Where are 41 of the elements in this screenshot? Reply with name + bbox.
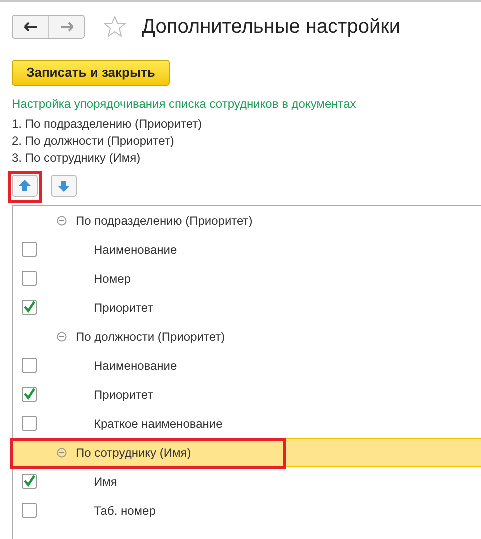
field-label: Таб. номер (94, 502, 156, 520)
checkbox[interactable] (22, 271, 37, 286)
checkmark-icon (23, 301, 36, 314)
group-row[interactable]: По сотруднику (Имя) (13, 438, 481, 467)
group-row[interactable]: По должности (Приоритет) (13, 322, 481, 351)
move-up-button[interactable] (12, 175, 38, 197)
group-label: По подразделению (Приоритет) (76, 212, 253, 230)
section-title: Настройка упорядочивания списка сотрудников в документах (12, 96, 358, 113)
star-icon[interactable] (104, 16, 126, 38)
field-label: Наименование (94, 358, 178, 374)
checkbox[interactable] (22, 503, 37, 518)
group-label: По должности (Приоритет) (76, 328, 226, 346)
window-title: Дополнительные настройки (142, 15, 401, 40)
collapse-icon[interactable] (57, 448, 67, 458)
order-line: 2. По должности (Приоритет) (12, 133, 176, 150)
field-label: Имя (94, 474, 118, 490)
checkmark-icon (23, 475, 36, 488)
checkbox[interactable] (22, 300, 37, 315)
checkbox[interactable] (22, 242, 37, 257)
field-label: Номер (94, 270, 131, 288)
field-label: Наименование (94, 242, 178, 258)
right-arrow-icon (60, 22, 74, 32)
save-and-close-button[interactable]: Записать и закрыть (12, 60, 170, 86)
up-arrow-icon (18, 179, 32, 193)
left-arrow-icon (24, 22, 38, 32)
checkbox[interactable] (22, 387, 37, 402)
order-line: 3. По сотруднику (Имя) (12, 150, 142, 167)
checkmark-icon (23, 388, 36, 401)
order-line: 1. По подразделению (Приоритет) (12, 116, 204, 133)
collapse-icon[interactable] (57, 332, 67, 342)
collapse-icon[interactable] (57, 216, 67, 226)
group-label: По сотруднику (Имя) (76, 444, 192, 462)
group-row[interactable]: По подразделению (Приоритет) (13, 206, 481, 235)
move-down-button[interactable] (51, 175, 77, 197)
checkbox[interactable] (22, 474, 37, 489)
field-label: Приоритет (94, 386, 154, 404)
field-label: Приоритет (94, 300, 154, 316)
down-arrow-icon (57, 179, 71, 193)
checkbox[interactable] (22, 358, 37, 373)
field-label: Краткое наименование (94, 416, 223, 432)
checkbox[interactable] (22, 416, 37, 431)
